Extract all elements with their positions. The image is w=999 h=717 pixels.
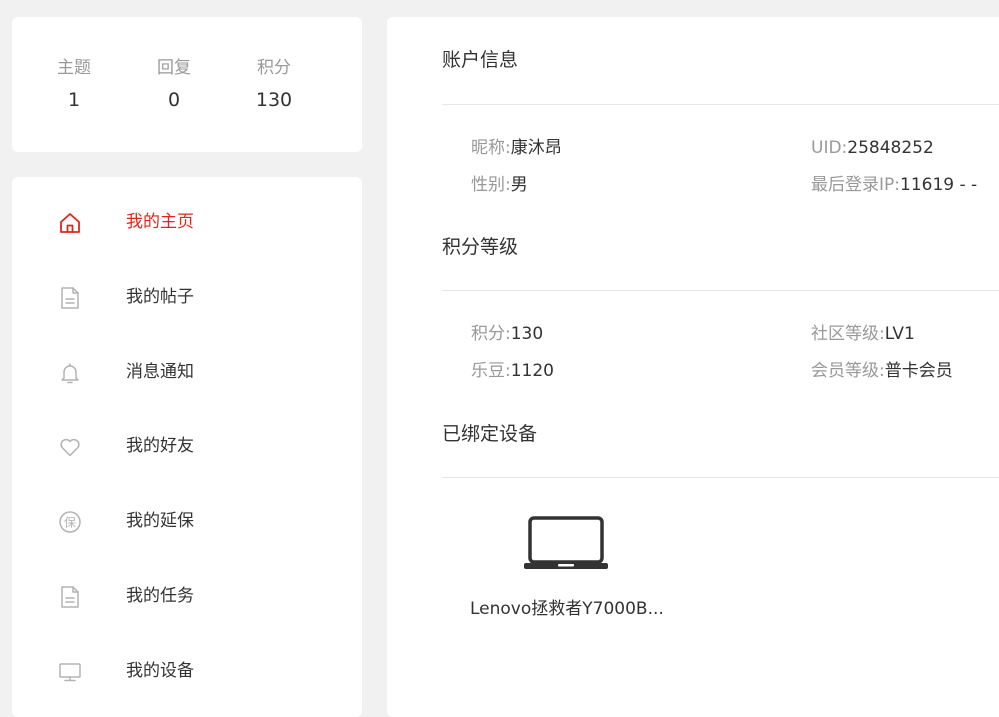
stat-label: 主题: [57, 58, 91, 78]
points-value: 130: [510, 324, 544, 344]
nickname-label: 昵称:: [471, 138, 511, 158]
sidebar-item-label: 我的延保: [126, 511, 194, 531]
monitor-icon: [57, 659, 83, 685]
member-level-label: 会员等级:: [811, 361, 885, 381]
stat-label: 积分: [257, 58, 291, 78]
sidebar-item-label: 我的任务: [126, 586, 194, 606]
sidebar-item-posts[interactable]: 我的帖子: [12, 272, 362, 322]
stat-replies[interactable]: 回复 0: [124, 57, 224, 112]
sidebar-item-tasks[interactable]: 我的任务: [12, 571, 362, 621]
nickname-value: 康沐昂: [510, 138, 562, 158]
laptop-icon: [524, 516, 608, 572]
member-level-value: 普卡会员: [884, 361, 953, 381]
bound-devices-title: 已绑定设备: [442, 423, 538, 445]
stat-label: 回复: [157, 58, 191, 78]
stat-points[interactable]: 积分 130: [224, 57, 324, 112]
account-info-title: 账户信息: [442, 49, 519, 71]
stats-card: 主题 1 回复 0 积分 130: [12, 17, 362, 152]
sidebar-item-label: 我的好友: [126, 436, 194, 456]
stat-value: 0: [167, 89, 181, 111]
divider: [442, 290, 999, 291]
stat-value: 130: [255, 89, 293, 111]
sidebar-item-warranty[interactable]: 保 我的延保: [12, 496, 362, 546]
home-icon: [57, 210, 83, 236]
ledou-field: 乐豆:1120: [471, 359, 554, 383]
points-level-title: 积分等级: [442, 236, 519, 258]
sidebar-item-label: 我的帖子: [126, 287, 194, 307]
divider: [442, 104, 999, 105]
heart-icon: [57, 434, 83, 460]
member-level-field: 会员等级:普卡会员: [811, 359, 953, 383]
gender-label: 性别:: [471, 175, 511, 195]
sidebar-item-friends[interactable]: 我的好友: [12, 421, 362, 471]
points-label: 积分:: [471, 324, 511, 344]
uid-field: UID:25848252: [811, 136, 934, 160]
last-login-ip-field: 最后登录IP:11619 - -: [811, 173, 977, 197]
community-level-field: 社区等级:LV1: [811, 322, 915, 346]
document-icon: [57, 285, 83, 311]
sidebar-menu: 我的主页 我的帖子 消息通知 我的好友 保 我的延保 我的任务 我的设备: [12, 177, 362, 717]
sidebar-item-devices[interactable]: 我的设备: [12, 646, 362, 696]
warranty-icon: 保: [57, 509, 83, 535]
warranty-icon-text: 保: [64, 516, 76, 530]
sidebar-item-label: 消息通知: [126, 362, 194, 382]
points-field: 积分:130: [471, 322, 543, 346]
bell-icon: [57, 360, 83, 386]
uid-label: UID:: [811, 138, 848, 158]
ledou-label: 乐豆:: [471, 361, 511, 381]
content-panel: 账户信息 昵称:康沐昂 UID:25848252 性别:男 最后登录IP:116…: [387, 17, 999, 717]
gender-field: 性别:男: [471, 173, 528, 197]
stat-value: 1: [67, 89, 81, 111]
community-level-value: LV1: [884, 324, 915, 344]
document-icon: [57, 584, 83, 610]
ledou-value: 1120: [510, 361, 554, 381]
last-login-ip-label: 最后登录IP:: [811, 175, 900, 195]
nickname-field: 昵称:康沐昂: [471, 136, 562, 160]
sidebar-item-notifications[interactable]: 消息通知: [12, 347, 362, 397]
stat-topics[interactable]: 主题 1: [24, 57, 124, 112]
community-level-label: 社区等级:: [811, 324, 885, 344]
sidebar-item-label: 我的主页: [126, 212, 194, 232]
sidebar-item-label: 我的设备: [126, 661, 194, 681]
uid-value: 25848252: [847, 138, 934, 158]
last-login-ip-value: 11619 - -: [900, 175, 978, 195]
sidebar-item-home[interactable]: 我的主页: [12, 197, 362, 247]
divider: [442, 477, 999, 478]
device-name: Lenovo拯救者Y7000B...: [470, 599, 664, 619]
gender-value: 男: [510, 175, 528, 195]
